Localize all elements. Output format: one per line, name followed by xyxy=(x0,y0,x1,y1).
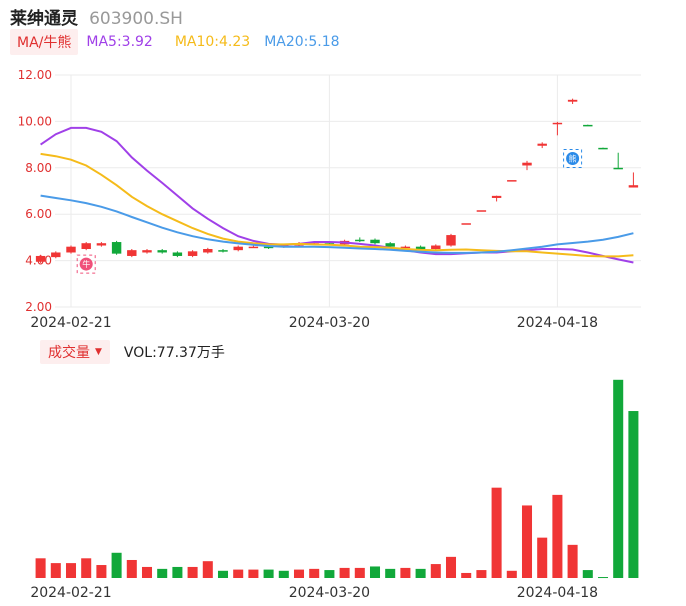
volume-bar xyxy=(385,568,396,578)
y-tick-label: 6.00 xyxy=(25,207,52,221)
candle-body xyxy=(187,251,198,256)
volume-bar xyxy=(415,568,426,578)
bull-marker-icon: 牛 xyxy=(76,254,96,274)
candle-body xyxy=(127,250,137,256)
volume-bar xyxy=(521,505,533,578)
volume-bar xyxy=(202,561,213,578)
x-date-label: 2024-03-20 xyxy=(289,585,370,601)
candle-body xyxy=(446,235,456,246)
volume-date-axis: 2024-02-21 2024-03-20 2024-04-18 xyxy=(30,585,598,601)
ma-lines xyxy=(40,126,634,264)
volume-bar xyxy=(65,563,77,578)
candle-body xyxy=(567,99,578,102)
candle-body xyxy=(613,167,623,170)
ma10-line xyxy=(40,152,634,258)
candle-body xyxy=(461,223,471,225)
y-tick-label: 8.00 xyxy=(25,161,52,175)
volume-bar xyxy=(369,566,381,578)
volume-bar xyxy=(461,572,472,578)
x-date-label: 2024-04-18 xyxy=(517,585,598,601)
volume-bar xyxy=(81,558,92,578)
candle-body xyxy=(96,243,107,246)
volume-bar xyxy=(597,577,609,579)
candle-body xyxy=(537,143,547,146)
volume-bar xyxy=(552,494,563,578)
volume-bar xyxy=(491,487,502,578)
volume-bar xyxy=(293,569,305,578)
y-tick-label: 2.00 xyxy=(25,300,52,314)
candle-body xyxy=(507,180,517,182)
x-date-label: 2024-04-18 xyxy=(517,315,598,331)
volume-bar xyxy=(278,570,289,578)
candle-body xyxy=(476,210,487,212)
volume-bar xyxy=(248,569,259,578)
volume-bar xyxy=(309,568,320,578)
volume-bar xyxy=(111,552,122,578)
volume-bar xyxy=(157,568,168,578)
candle-body xyxy=(491,195,502,198)
x-date-label: 2024-02-21 xyxy=(30,585,111,601)
candle-body xyxy=(583,124,593,127)
candle-body xyxy=(431,245,441,249)
candle-body xyxy=(111,242,122,254)
candle-body xyxy=(157,250,167,253)
volume-bar xyxy=(233,569,244,578)
volume-bar xyxy=(35,558,46,578)
x-date-label: 2024-02-21 xyxy=(30,315,111,331)
y-tick-label: 10.00 xyxy=(18,114,52,128)
candle-body xyxy=(522,162,532,166)
candle-body xyxy=(370,239,380,244)
stock-chart: 2.004.006.008.0010.0012.00 牛熊 2024-02-21… xyxy=(18,68,641,601)
volume-bar xyxy=(582,570,593,578)
candle-body xyxy=(552,122,563,125)
candle-body xyxy=(172,252,183,256)
candle-body xyxy=(66,246,76,253)
volume-bar xyxy=(400,567,411,578)
candlestick-series xyxy=(35,98,639,263)
candle-body xyxy=(415,246,426,249)
volume-bar xyxy=(126,559,137,578)
candle-body xyxy=(248,246,259,249)
volume-bar xyxy=(141,566,153,578)
volume-bar xyxy=(172,566,183,578)
candle-body xyxy=(598,147,608,150)
candle-body xyxy=(35,255,46,262)
volume-bar xyxy=(476,570,487,578)
candle-body xyxy=(218,250,228,252)
volume-bar xyxy=(430,564,441,578)
volume-bar xyxy=(339,567,350,578)
price-grid xyxy=(55,74,641,308)
volume-bar xyxy=(187,566,198,578)
volume-bar xyxy=(506,570,517,578)
candle-body xyxy=(81,243,91,249)
bear-marker-icon: 熊 xyxy=(563,149,583,169)
candle-body xyxy=(142,250,152,253)
volume-bar xyxy=(537,537,548,578)
volume-bar xyxy=(613,379,624,578)
candle-body xyxy=(628,185,639,188)
volume-bar xyxy=(445,556,457,578)
candle-body xyxy=(233,246,243,251)
candle-body xyxy=(355,239,365,242)
volume-bars xyxy=(35,379,639,579)
price-date-axis: 2024-02-21 2024-03-20 2024-04-18 xyxy=(30,315,598,331)
volume-bar xyxy=(217,570,229,578)
y-tick-label: 12.00 xyxy=(18,68,52,82)
volume-bar xyxy=(324,570,335,578)
volume-bar xyxy=(263,569,274,578)
price-axis-ticks: 2.004.006.008.0010.0012.00 xyxy=(18,68,52,314)
volume-bar xyxy=(567,544,578,578)
marker-glyph: 牛 xyxy=(82,259,90,269)
volume-bar xyxy=(628,411,639,578)
volume-bar xyxy=(354,567,365,578)
volume-bar xyxy=(96,565,107,578)
x-date-label: 2024-03-20 xyxy=(289,315,370,331)
candle-body xyxy=(385,243,395,247)
candle-body xyxy=(203,249,213,253)
volume-bar xyxy=(50,563,61,578)
marker-glyph: 熊 xyxy=(569,154,577,164)
candle-body xyxy=(51,252,61,258)
